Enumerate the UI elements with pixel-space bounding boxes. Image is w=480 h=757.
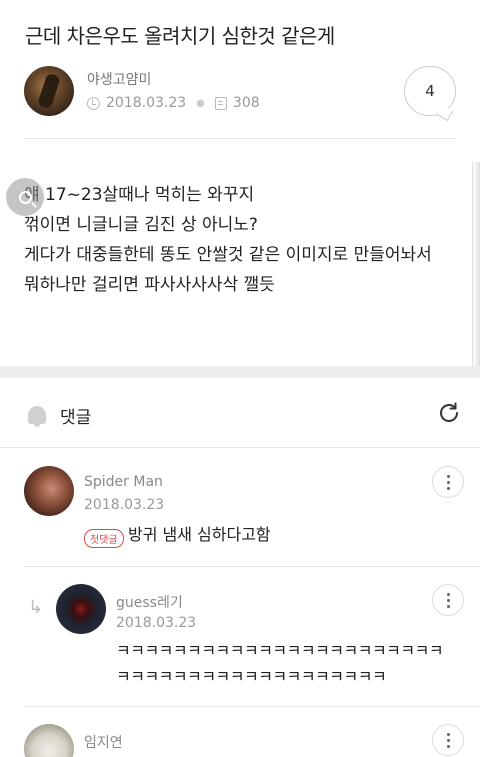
comment-date: 2018.03.23 [116, 615, 197, 631]
meta-separator: ● [196, 97, 205, 109]
comment-item-reply: ↳ guess레기 2018.03.23 ㅋㅋㅋㅋㅋㅋㅋㅋㅋㅋㅋㅋㅋㅋㅋㅋㅋㅋㅋ… [0, 567, 480, 707]
author-avatar[interactable] [24, 66, 74, 116]
comment-author[interactable]: 임지연 [84, 732, 123, 752]
more-vertical-icon [446, 732, 450, 736]
scroll-edge [472, 162, 480, 372]
clock-icon [87, 96, 100, 110]
comments-label: 댓글 [60, 408, 92, 428]
views-icon [214, 96, 227, 110]
comment-author[interactable]: Spider Man [84, 474, 163, 490]
comment-more-button[interactable] [432, 466, 464, 498]
post-title: 근데 차은우도 올려치기 심한것 같은게 [25, 24, 335, 48]
reply-arrow-icon: ↳ [28, 597, 44, 618]
more-vertical-icon [446, 592, 450, 596]
comment-text: 방귀 냄새 심하다고함 [128, 525, 271, 544]
post-meta: 2018.03.23 ● 308 [87, 95, 260, 111]
comment-more-button[interactable] [432, 584, 464, 616]
comment-count: 4 [425, 82, 435, 100]
author-row: 야생고얌미 2018.03.23 ● 308 [24, 66, 456, 116]
comment-item: Spider Man 2018.03.23 첫댓글 방귀 냄새 심하다고함 [0, 449, 480, 567]
comment-author[interactable]: guess레기 [116, 592, 183, 612]
comment-more-button[interactable] [432, 724, 464, 756]
post-body: 얘 17~23살때나 먹히는 와꾸지 꺾이면 니글니글 김진 상 아니노? 게다… [24, 185, 432, 295]
comment-item: 임지연 [0, 707, 480, 757]
section-band [0, 366, 480, 378]
commenter-avatar[interactable] [24, 466, 74, 516]
header-divider [24, 138, 456, 139]
search-button[interactable] [6, 178, 44, 216]
comment-date: 2018.03.23 [84, 497, 165, 513]
more-vertical-icon [446, 474, 450, 478]
commenter-avatar[interactable] [56, 584, 106, 634]
view-count: 308 [232, 95, 260, 111]
comment-count-button[interactable]: 4 [404, 66, 456, 116]
commenter-avatar[interactable] [24, 724, 74, 757]
comments-header: 댓글 [0, 378, 480, 448]
post-date: 2018.03.23 [106, 95, 187, 111]
search-icon [18, 190, 32, 204]
refresh-icon[interactable] [436, 400, 462, 426]
comment-text: ㅋㅋㅋㅋㅋㅋㅋㅋㅋㅋㅋㅋㅋㅋㅋㅋㅋㅋㅋㅋㅋㅋㅋㅋㅋㅋㅋㅋㅋㅋㅋㅋㅋㅋㅋㅋㅋㅋㅋㅋ… [116, 641, 444, 686]
bell-icon[interactable] [28, 406, 46, 427]
first-comment-badge: 첫댓글 [84, 529, 124, 548]
author-name[interactable]: 야생고얌미 [87, 69, 151, 89]
